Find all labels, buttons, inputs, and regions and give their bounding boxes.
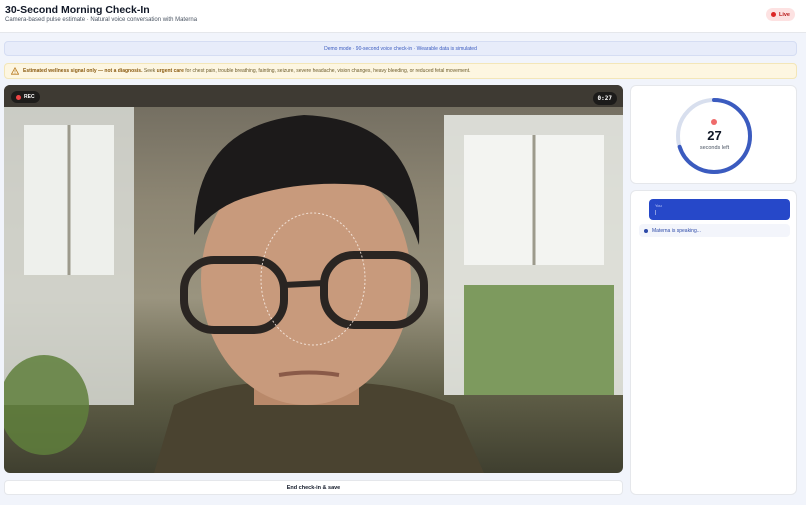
warning-rest-text: for chest pain, trouble breathing, faint… — [185, 68, 471, 74]
record-dot-icon — [16, 94, 21, 100]
countdown-panel: 27 seconds left — [630, 85, 797, 184]
page-title: 30-Second Morning Check-In — [5, 4, 150, 16]
demo-mode-banner: Demo mode · 90-second voice check-in · W… — [4, 41, 797, 56]
user-message-bubble: You | — [649, 199, 790, 220]
warning-strong-text: Estimated wellness signal only — not a d… — [23, 68, 143, 74]
camera-video-feed: REC 0:27 — [4, 85, 623, 473]
pulse-dot-icon — [711, 119, 717, 125]
rec-label: REC — [24, 94, 35, 100]
speaking-indicator-icon — [644, 228, 648, 233]
live-badge: Live — [765, 8, 795, 21]
user-message-label: You — [655, 203, 662, 208]
assistant-status: Materna is speaking... — [639, 224, 790, 237]
seconds-remaining-label: seconds left — [699, 145, 730, 151]
wellness-warning-banner: Estimated wellness signal only — not a d… — [4, 63, 797, 79]
page-subtitle: Camera-based pulse estimate · Natural vo… — [5, 17, 198, 23]
warning-urgent-text: urgent care — [156, 68, 184, 74]
warning-icon — [11, 67, 19, 75]
video-timer: 0:27 — [592, 92, 617, 105]
conversation-panel: You | Materna is speaking... — [630, 190, 797, 495]
camera-scene — [4, 85, 623, 473]
user-message-text: | — [655, 210, 657, 216]
demo-mode-text: Demo mode · 90-second voice check-in · W… — [324, 45, 477, 52]
live-label: Live — [778, 11, 790, 18]
seconds-remaining: 27 — [707, 128, 722, 143]
assistant-status-text: Materna is speaking... — [652, 227, 701, 234]
warning-seek-text: Seek — [143, 68, 156, 74]
app-header: 30-Second Morning Check-In Camera-based … — [0, 0, 806, 33]
recording-badge: REC — [11, 91, 40, 103]
live-dot-icon — [770, 12, 776, 17]
end-check-in-button[interactable]: End check-in & save — [4, 480, 623, 495]
